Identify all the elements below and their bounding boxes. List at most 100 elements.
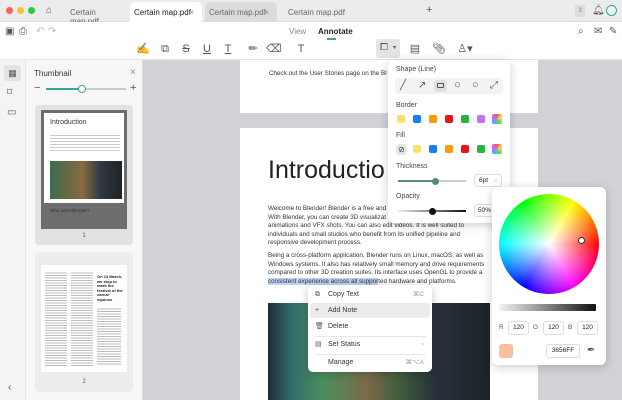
thumbnail-page-1[interactable]: Introduction Who uses Blender? 1	[35, 105, 133, 245]
thumbnail-panel: Thumbnail × − + Introduction Who uses Bl…	[26, 60, 143, 400]
thumb-subtitle: Who uses Blender?	[50, 208, 90, 213]
print-icon[interactable]: ⎙	[19, 27, 27, 37]
thumbnail-view-icon[interactable]: ▦	[4, 65, 21, 81]
slider-handle[interactable]	[78, 84, 86, 93]
close-tab-icon[interactable]: ×	[264, 8, 269, 17]
eyedropper-icon[interactable]: ✒	[587, 346, 595, 356]
menu-item-delete[interactable]: 🗑︎ Delete	[310, 319, 430, 334]
color-swatch[interactable]	[413, 145, 421, 153]
color-wheel[interactable]	[499, 194, 599, 294]
avatar[interactable]	[606, 5, 617, 16]
thumb-image	[50, 161, 122, 199]
menu-item-copy-text[interactable]: ⧉ Copy Text ⌘C	[310, 287, 430, 302]
tab-3[interactable]: Certain map.pdf ×	[205, 2, 277, 22]
home-icon[interactable]: ⌂	[46, 6, 52, 16]
selected-text[interactable]: consistent experience across all suppor	[268, 277, 379, 285]
new-tab-icon[interactable]: +	[426, 5, 432, 16]
redo-icon[interactable]: ↷	[48, 27, 56, 37]
custom-color-icon[interactable]	[492, 144, 502, 154]
color-swatch[interactable]	[461, 145, 469, 153]
hex-input[interactable]: 3656FF	[546, 344, 580, 358]
thumbnail-zoom-slider[interactable]	[46, 84, 126, 93]
thickness-select[interactable]: 6pt ⌄	[474, 174, 502, 187]
tab-count-badge[interactable]: 3	[575, 5, 585, 17]
close-panel-icon[interactable]: ×	[130, 68, 136, 78]
pencil-tool-icon[interactable]: ✏	[246, 42, 260, 56]
color-swatch[interactable]	[477, 145, 485, 153]
slider-handle[interactable]	[428, 207, 436, 215]
zoom-in-icon[interactable]: +	[130, 83, 136, 94]
color-swatch[interactable]	[445, 115, 453, 123]
brightness-slider[interactable]	[499, 304, 596, 311]
ellipse-icon[interactable]: ○	[454, 80, 461, 91]
text-underline-tool-icon[interactable]: T	[221, 42, 235, 56]
b-label: B	[568, 324, 573, 331]
color-swatch[interactable]	[445, 145, 453, 153]
tab-4[interactable]: Certain map.pdf	[278, 2, 358, 22]
menu-item-set-status[interactable]: ▤ Set Status ›	[310, 337, 430, 352]
attachment-tool-icon[interactable]: 📎︎	[432, 42, 446, 56]
shape-label: Shape (Line)	[396, 66, 437, 73]
maximize-window-button[interactable]	[28, 7, 35, 14]
thumbnail-page-2[interactable]: On 23 March, we stop to mark the festiva…	[35, 252, 133, 392]
toolbar	[0, 22, 622, 60]
r-input[interactable]: 120	[508, 321, 529, 335]
underline-tool-icon[interactable]: U	[200, 42, 214, 56]
tab-2[interactable]: Certain map.pdf ×	[130, 2, 202, 22]
status-icon: ▤	[315, 341, 322, 348]
thickness-label: Thickness	[396, 163, 428, 170]
arrow-icon[interactable]: ↗	[418, 81, 426, 91]
search-icon[interactable]: ⌕	[578, 27, 584, 37]
stamp-tool-icon[interactable]: ♙▾	[455, 42, 475, 56]
opacity-slider[interactable]	[398, 207, 466, 215]
paragraph-2[interactable]: Being a cross-platform application, Blen…	[268, 252, 518, 286]
color-swatch[interactable]	[429, 115, 437, 123]
g-input[interactable]: 120	[543, 321, 564, 335]
bookmark-icon[interactable]: ⌑	[7, 88, 12, 98]
text-tool-icon[interactable]: T	[294, 42, 308, 56]
chevron-down-icon: ⌄	[493, 177, 498, 183]
color-swatch[interactable]	[397, 115, 405, 123]
zoom-out-icon[interactable]: −	[34, 83, 40, 94]
rectangle-icon[interactable]	[434, 80, 447, 92]
bell-icon[interactable]: 🔔︎	[592, 6, 605, 16]
note-edit-tool-icon[interactable]: ⧉	[158, 42, 172, 56]
thickness-slider[interactable]	[398, 177, 466, 185]
mail-icon[interactable]: ✉	[594, 27, 602, 37]
custom-color-icon[interactable]	[492, 114, 502, 124]
color-swatch[interactable]	[413, 115, 421, 123]
color-swatch[interactable]	[429, 145, 437, 153]
save-icon[interactable]: ▣	[5, 27, 14, 37]
line-icon[interactable]: ╱	[400, 81, 406, 91]
undo-icon[interactable]: ↶	[36, 27, 44, 37]
slider-handle[interactable]	[431, 177, 439, 185]
color-wheel-handle[interactable]	[578, 237, 585, 244]
shape-tool-button[interactable]: ⧠ ▾	[376, 39, 400, 58]
circle-icon[interactable]: ○	[472, 80, 479, 91]
color-swatch[interactable]	[461, 115, 469, 123]
edit-icon[interactable]: ✎	[609, 27, 617, 37]
g-label: G	[533, 324, 539, 331]
comment-icon[interactable]: ▭	[7, 108, 16, 118]
strikethrough-tool-icon[interactable]: S	[179, 42, 193, 56]
menu-item-manage[interactable]: Manage ⌘⌥A	[310, 355, 430, 370]
tab-view[interactable]: View	[289, 27, 306, 36]
fill-label: Fill	[396, 132, 405, 139]
b-input[interactable]: 120	[577, 321, 598, 335]
collapse-sidebar-icon[interactable]: ‹	[8, 383, 11, 393]
tab-1[interactable]: Certain map.pdf	[60, 2, 130, 26]
menu-item-add-note[interactable]: + Add Note	[310, 303, 430, 318]
plus-icon: +	[315, 307, 320, 314]
sticky-note-tool-icon[interactable]: ▤	[408, 42, 422, 56]
double-arrow-icon[interactable]: ⤢	[490, 81, 498, 91]
eraser-tool-icon[interactable]: ⌫	[266, 42, 282, 56]
signature-tool-icon[interactable]: ✍	[136, 42, 150, 56]
tab-annotate[interactable]: Annotate	[318, 27, 353, 36]
opacity-label: Opacity	[396, 193, 420, 200]
minimize-window-button[interactable]	[17, 7, 24, 14]
no-fill-icon[interactable]: ⊘	[396, 144, 407, 155]
close-tab-icon[interactable]: ×	[189, 8, 194, 17]
color-swatch[interactable]	[477, 115, 485, 123]
close-window-button[interactable]	[6, 7, 13, 14]
color-picker: R 120 G 120 B 120 3656FF ✒	[492, 187, 606, 365]
